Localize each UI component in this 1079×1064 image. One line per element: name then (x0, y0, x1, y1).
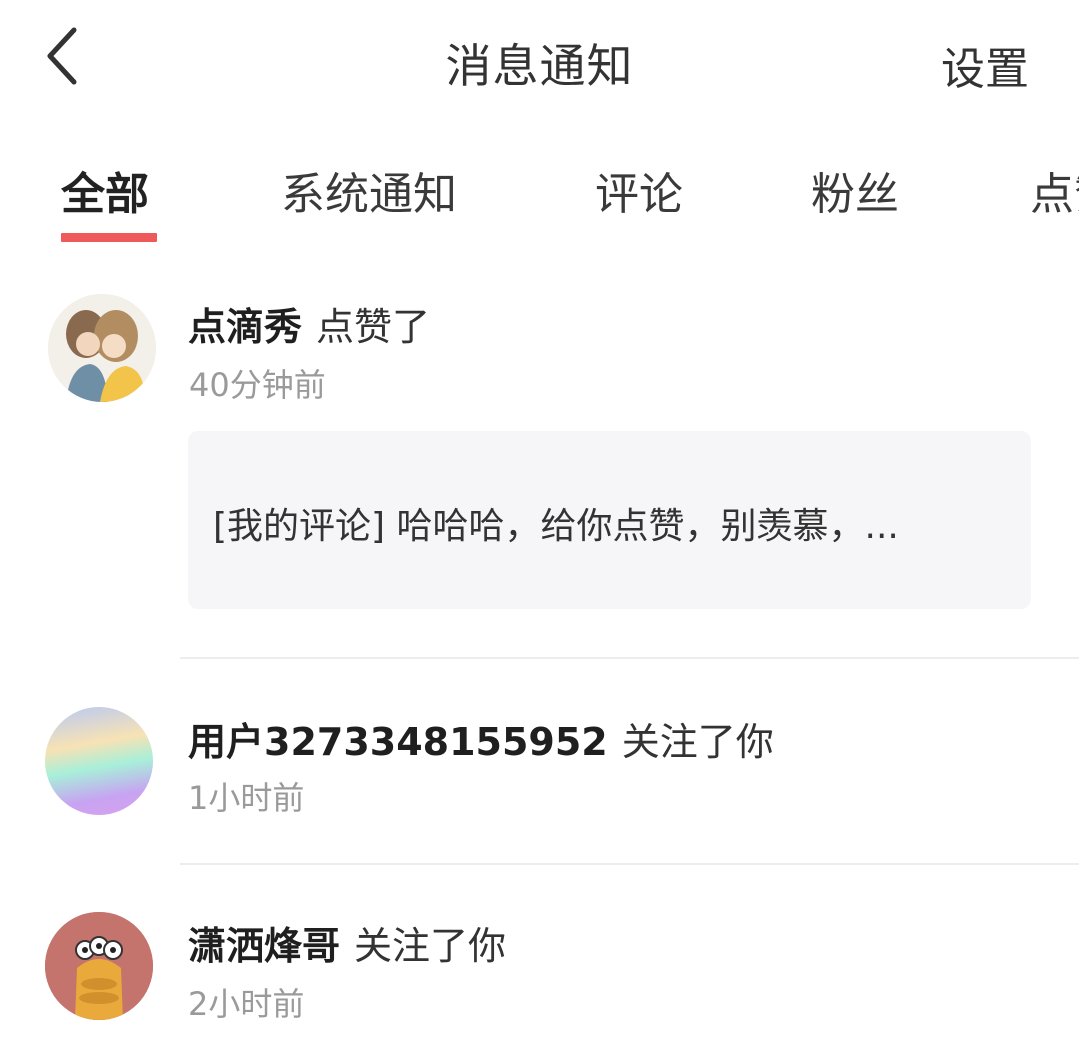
action-text: 关注了你 (354, 924, 507, 968)
tab-bar: 全部 系统通知 评论 粉丝 点赞 (0, 140, 1079, 246)
tab-all[interactable]: 全部 (61, 158, 149, 222)
notification-title: 用户3273348155952 关注了你 (188, 711, 774, 766)
timestamp: 2小时前 (188, 985, 305, 1023)
quoted-comment-text: [我的评论] 哈哈哈，给你点赞，别羡慕，... (213, 506, 899, 547)
quoted-comment[interactable]: [我的评论] 哈哈哈，给你点赞，别羡慕，... (188, 431, 1031, 609)
top-bar: 消息通知 设置 (0, 0, 1079, 120)
tab-fans[interactable]: 粉丝 (811, 158, 899, 222)
avatar[interactable] (48, 294, 156, 402)
active-tab-indicator (61, 233, 157, 242)
action-text: 点赞了 (316, 305, 431, 349)
settings-button[interactable]: 设置 (941, 33, 1029, 97)
list-item[interactable]: 潇洒烽哥 关注了你 2小时前 (0, 865, 1079, 1064)
cartoon-monster-avatar-icon (45, 912, 153, 1020)
timestamp: 40分钟前 (189, 366, 326, 404)
user-name[interactable]: 潇洒烽哥 (188, 924, 340, 968)
notification-title: 点滴秀 点赞了 (188, 296, 430, 351)
list-item[interactable]: 点滴秀 点赞了 40分钟前 [我的评论] 哈哈哈，给你点赞，别羡慕，... (0, 244, 1079, 659)
action-text: 关注了你 (621, 720, 774, 764)
timestamp: 1小时前 (188, 779, 305, 817)
user-name[interactable]: 用户3273348155952 (188, 720, 608, 764)
notification-list: 点滴秀 点赞了 40分钟前 [我的评论] 哈哈哈，给你点赞，别羡慕，... 用户3… (0, 244, 1079, 1064)
tab-likes[interactable]: 点赞 (1030, 158, 1079, 222)
list-item[interactable]: 用户3273348155952 关注了你 1小时前 (0, 659, 1079, 865)
avatar[interactable] (45, 707, 153, 815)
illustrated-couple-avatar-icon (48, 294, 156, 402)
tab-comments[interactable]: 评论 (595, 158, 683, 222)
user-name[interactable]: 点滴秀 (188, 305, 302, 349)
tab-system[interactable]: 系统通知 (281, 158, 457, 222)
notification-title: 潇洒烽哥 关注了你 (188, 915, 506, 970)
page-title: 消息通知 (445, 39, 634, 93)
avatar[interactable] (45, 912, 153, 1020)
